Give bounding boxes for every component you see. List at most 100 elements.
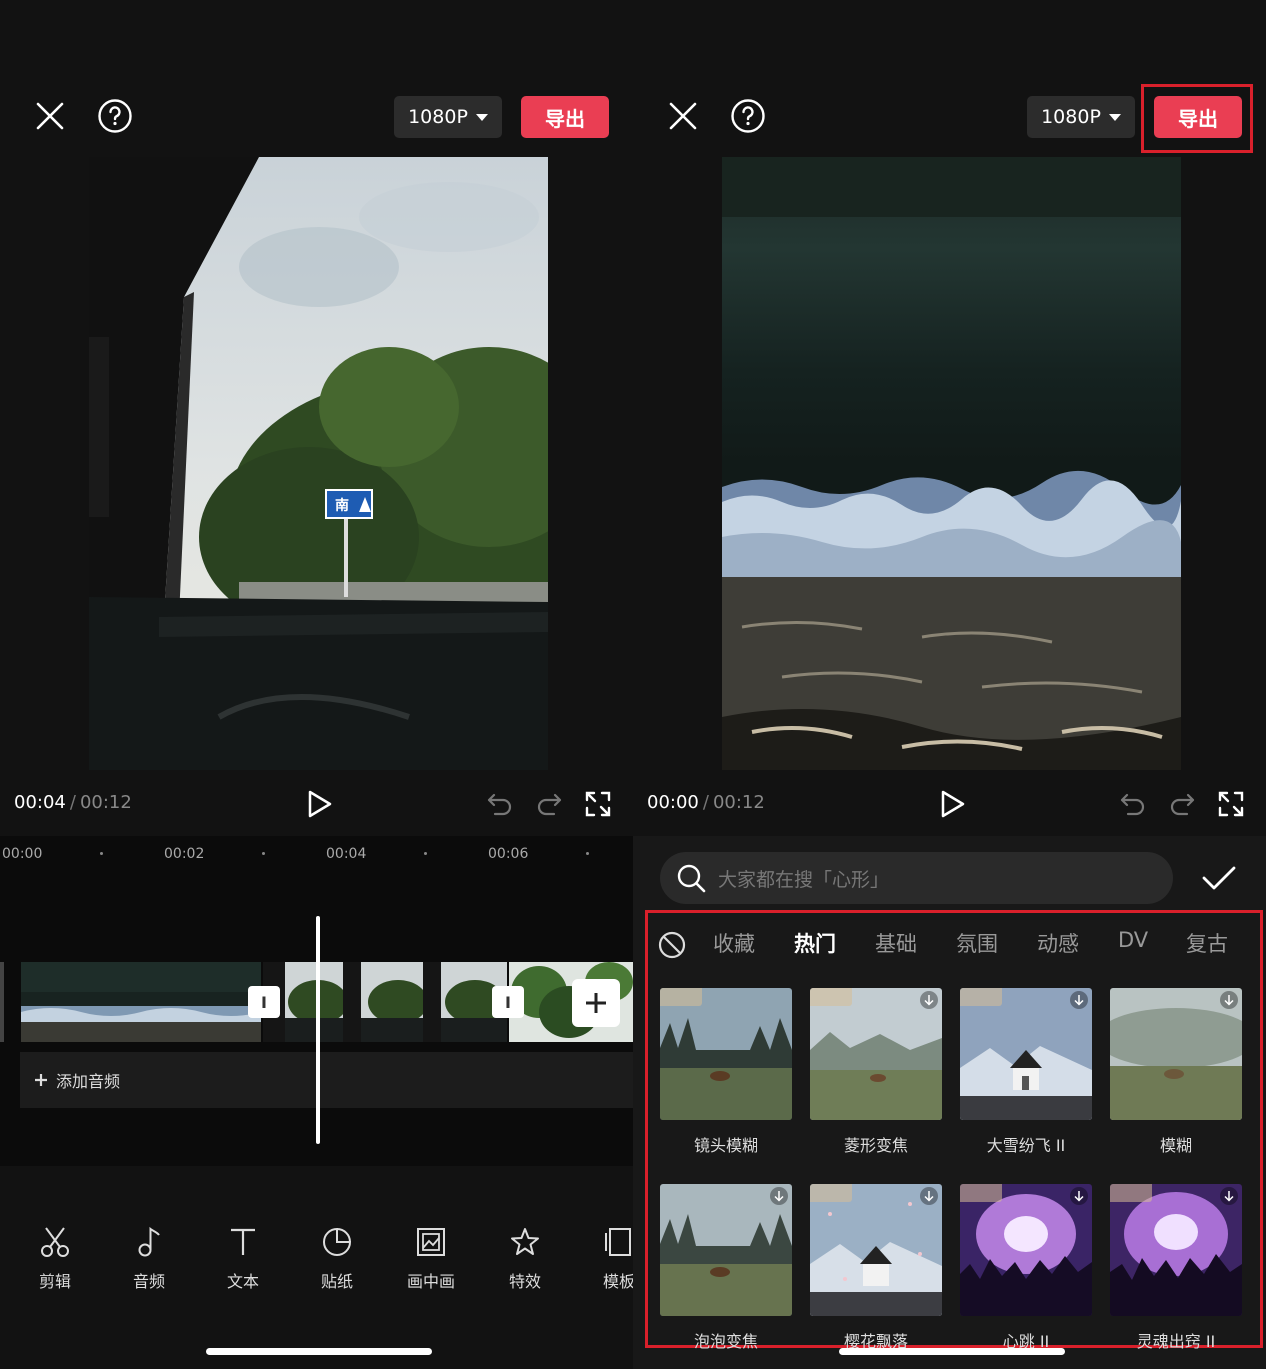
effect-item[interactable]: 模糊 bbox=[1110, 988, 1242, 1156]
playhead[interactable] bbox=[316, 916, 320, 1144]
effect-thumbnail bbox=[1110, 1184, 1242, 1316]
close-icon[interactable] bbox=[30, 96, 70, 136]
effect-badge bbox=[660, 988, 702, 1006]
tab-dynamic[interactable]: 动感 bbox=[1037, 928, 1079, 958]
effect-item[interactable]: 心跳 II bbox=[960, 1184, 1092, 1352]
effect-name: 灵魂出窍 II bbox=[1136, 1332, 1216, 1351]
picture-in-picture-icon bbox=[417, 1228, 445, 1256]
transition-button[interactable]: I bbox=[492, 986, 524, 1018]
tool-edit[interactable]: 剪辑 bbox=[23, 1226, 87, 1292]
effect-thumbnail bbox=[810, 1184, 942, 1316]
video-clip-ocean[interactable] bbox=[21, 962, 261, 1042]
play-icon[interactable] bbox=[933, 784, 973, 824]
ruler-label: 00:02 bbox=[164, 846, 205, 862]
effect-item[interactable]: 樱花飘落 bbox=[810, 1184, 942, 1352]
ruler-label: 00:04 bbox=[326, 846, 367, 862]
effect-thumbnail bbox=[810, 988, 942, 1120]
caret-down-icon bbox=[475, 113, 488, 121]
resolution-dropdown[interactable]: 1080P bbox=[394, 96, 502, 138]
export-button[interactable]: 导出 bbox=[521, 96, 609, 138]
tab-atmosphere[interactable]: 氛围 bbox=[956, 928, 998, 958]
tab-hot[interactable]: 热门 bbox=[794, 928, 836, 958]
effect-thumbnail bbox=[660, 1184, 792, 1316]
effect-item[interactable]: 灵魂出窍 II bbox=[1110, 1184, 1242, 1352]
sticker-icon bbox=[323, 1227, 352, 1256]
home-indicator[interactable] bbox=[206, 1348, 432, 1355]
current-time: 00:04 bbox=[14, 792, 66, 813]
effect-name: 镜头模糊 bbox=[693, 1136, 758, 1155]
effect-badge bbox=[810, 988, 852, 1006]
transition-button[interactable]: I bbox=[248, 986, 280, 1018]
add-audio-label: 添加音频 bbox=[56, 1072, 121, 1091]
undo-icon[interactable] bbox=[1117, 788, 1149, 820]
current-time: 00:00 bbox=[647, 792, 699, 813]
download-icon bbox=[920, 1187, 938, 1205]
text-icon bbox=[231, 1228, 255, 1255]
effect-badge bbox=[1110, 1184, 1152, 1202]
close-icon[interactable] bbox=[663, 96, 703, 136]
fullscreen-icon[interactable] bbox=[1215, 788, 1247, 820]
tool-label: 剪辑 bbox=[38, 1272, 71, 1291]
clip-edge bbox=[0, 962, 4, 1042]
redo-icon[interactable] bbox=[533, 788, 565, 820]
download-icon bbox=[920, 991, 938, 1009]
tab-favorites[interactable]: 收藏 bbox=[713, 928, 755, 958]
tool-audio[interactable]: 音频 bbox=[117, 1226, 181, 1292]
tool-text[interactable]: 文本 bbox=[211, 1226, 275, 1292]
add-clip-button[interactable] bbox=[572, 979, 620, 1027]
add-audio-track[interactable]: 添加音频 bbox=[20, 1052, 633, 1108]
time-display: 00:00/00:12 bbox=[647, 792, 765, 813]
no-effect-icon[interactable] bbox=[657, 930, 687, 960]
tab-dv[interactable]: DV bbox=[1118, 928, 1148, 952]
resolution-dropdown[interactable]: 1080P bbox=[1027, 96, 1135, 138]
playback-controls: 00:04/00:12 bbox=[0, 780, 633, 830]
download-icon bbox=[1070, 991, 1088, 1009]
tab-basic[interactable]: 基础 bbox=[875, 928, 917, 958]
ruler-label: 00:00 bbox=[2, 846, 43, 862]
template-icon bbox=[605, 1228, 631, 1256]
time-separator: / bbox=[702, 792, 709, 813]
video-preview: 南 bbox=[89, 157, 548, 770]
preview-ocean-image bbox=[722, 157, 1181, 770]
road-sign-text: 南 bbox=[335, 497, 349, 514]
effect-item[interactable]: 泡泡变焦 bbox=[660, 1184, 792, 1352]
effect-category-tabs: 收藏 热门 基础 氛围 动感 DV 复古 bbox=[657, 924, 1257, 964]
ruler-dot bbox=[586, 852, 589, 855]
tool-partial[interactable] bbox=[0, 1226, 14, 1258]
resolution-label: 1080P bbox=[1041, 106, 1101, 128]
download-icon bbox=[1220, 991, 1238, 1009]
undo-icon[interactable] bbox=[484, 788, 516, 820]
effect-item[interactable]: 菱形变焦 bbox=[810, 988, 942, 1156]
plus-icon bbox=[586, 993, 606, 1013]
ruler-dot bbox=[100, 852, 103, 855]
caret-down-icon bbox=[1108, 113, 1121, 121]
effect-item[interactable]: 镜头模糊 bbox=[660, 988, 792, 1156]
tool-template[interactable]: 模板 bbox=[587, 1226, 633, 1292]
download-icon bbox=[1220, 1187, 1238, 1205]
tool-sticker[interactable]: 贴纸 bbox=[305, 1226, 369, 1292]
tab-retro[interactable]: 复古 bbox=[1186, 928, 1228, 958]
effect-item[interactable]: 大雪纷飞 II bbox=[960, 988, 1092, 1156]
plus-icon bbox=[35, 1074, 47, 1086]
effects-search-input[interactable]: 大家都在搜「心形」 bbox=[660, 852, 1173, 904]
checkmark-icon[interactable] bbox=[1199, 858, 1239, 898]
tool-pip[interactable]: 画中画 bbox=[399, 1226, 463, 1292]
time-display: 00:04/00:12 bbox=[14, 792, 132, 813]
help-icon[interactable] bbox=[728, 96, 768, 136]
fullscreen-icon[interactable] bbox=[582, 788, 614, 820]
video-clip-car[interactable] bbox=[263, 962, 507, 1042]
help-icon[interactable] bbox=[95, 96, 135, 136]
tool-effects[interactable]: 特效 bbox=[493, 1226, 557, 1292]
download-icon bbox=[770, 1187, 788, 1205]
timeline[interactable]: 00:00 00:02 00:04 00:06 I I 添加音频 bbox=[0, 836, 633, 1166]
search-placeholder: 大家都在搜「心形」 bbox=[718, 868, 890, 891]
top-bar: 1080P 导出 bbox=[633, 0, 1266, 155]
redo-icon[interactable] bbox=[1166, 788, 1198, 820]
home-indicator[interactable] bbox=[839, 1348, 1065, 1355]
effect-thumbnail bbox=[960, 988, 1092, 1120]
download-icon bbox=[1070, 1187, 1088, 1205]
editor-panel-left: 1080P 导出 南 00:04 / 00:12 00:00 00:02 00:… bbox=[0, 0, 633, 1369]
play-icon[interactable] bbox=[300, 784, 340, 824]
video-preview bbox=[722, 157, 1181, 770]
tool-label: 贴纸 bbox=[320, 1272, 353, 1291]
